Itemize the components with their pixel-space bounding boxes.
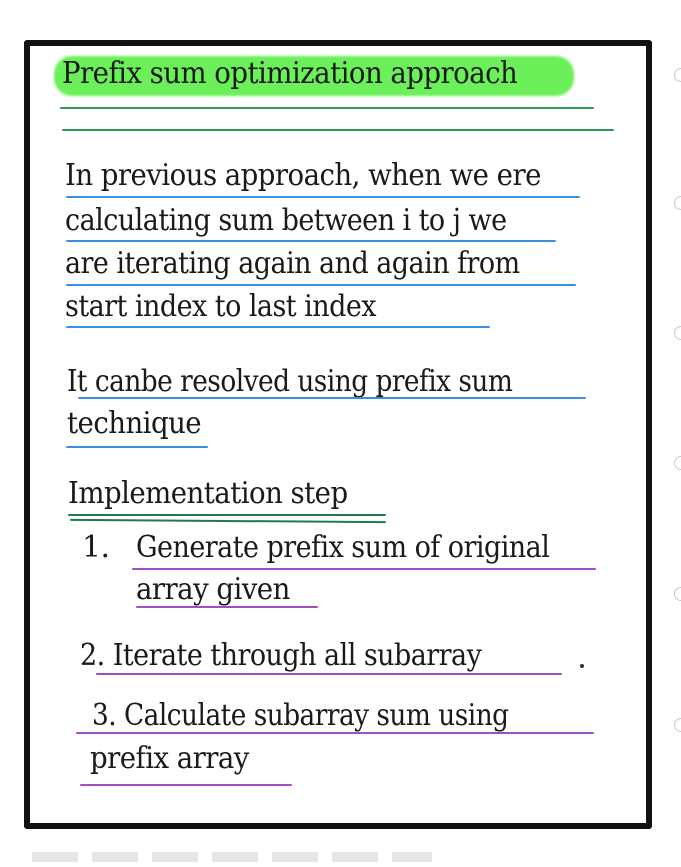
note-title: Prefix sum optimization approach — [62, 56, 518, 91]
paragraph1-underline-3 — [66, 284, 576, 286]
paragraph2-underline-1 — [78, 397, 586, 399]
step-1-underline-2 — [136, 606, 318, 608]
step-3-underline-2 — [80, 784, 292, 786]
step-2: 2. Iterate through all subarray — [80, 638, 482, 673]
paragraph1-line-3: are iterating again and again from — [65, 246, 520, 281]
margin-binding-mark-5 — [674, 587, 681, 601]
step-3-line-1: 3. Calculate subarray sum using — [92, 698, 509, 733]
paragraph1-underline-1 — [66, 196, 580, 198]
paragraph1-line-1: In previous approach, when we ere — [65, 158, 541, 193]
margin-binding-mark-6 — [674, 718, 681, 732]
title-underline-1 — [60, 107, 594, 109]
margin-binding-mark-1 — [674, 68, 681, 82]
step-2-underline — [96, 673, 562, 675]
paragraph1-underline-2 — [66, 240, 556, 242]
margin-binding-mark-4 — [674, 456, 681, 470]
paragraph2-line-2: technique — [67, 406, 202, 441]
title-underline-2 — [62, 129, 614, 131]
step-1-underline-1 — [132, 568, 596, 570]
paragraph1-underline-4 — [66, 326, 490, 328]
margin-binding-mark-3 — [674, 326, 681, 340]
margin-binding-mark-2 — [674, 196, 681, 210]
paragraph1-line-2: calculating sum between i to j we — [65, 203, 507, 238]
paragraph2-line-1: It canbe resolved using prefix sum — [67, 364, 513, 399]
section-heading: Implementation step — [68, 476, 348, 511]
step-3-line-2: prefix array — [90, 741, 249, 776]
step-1-number: 1. — [82, 530, 110, 565]
faint-bleed-through — [32, 852, 432, 862]
section-underline-1 — [68, 514, 386, 516]
step-1-line-1: Generate prefix sum of original — [136, 530, 550, 565]
paragraph1-line-4: start index to last index — [65, 289, 377, 324]
step-3-underline-1 — [76, 732, 594, 734]
step-1-line-2: array given — [136, 572, 290, 607]
paragraph2-underline-2 — [66, 446, 208, 448]
stray-ink-dot — [580, 664, 584, 668]
